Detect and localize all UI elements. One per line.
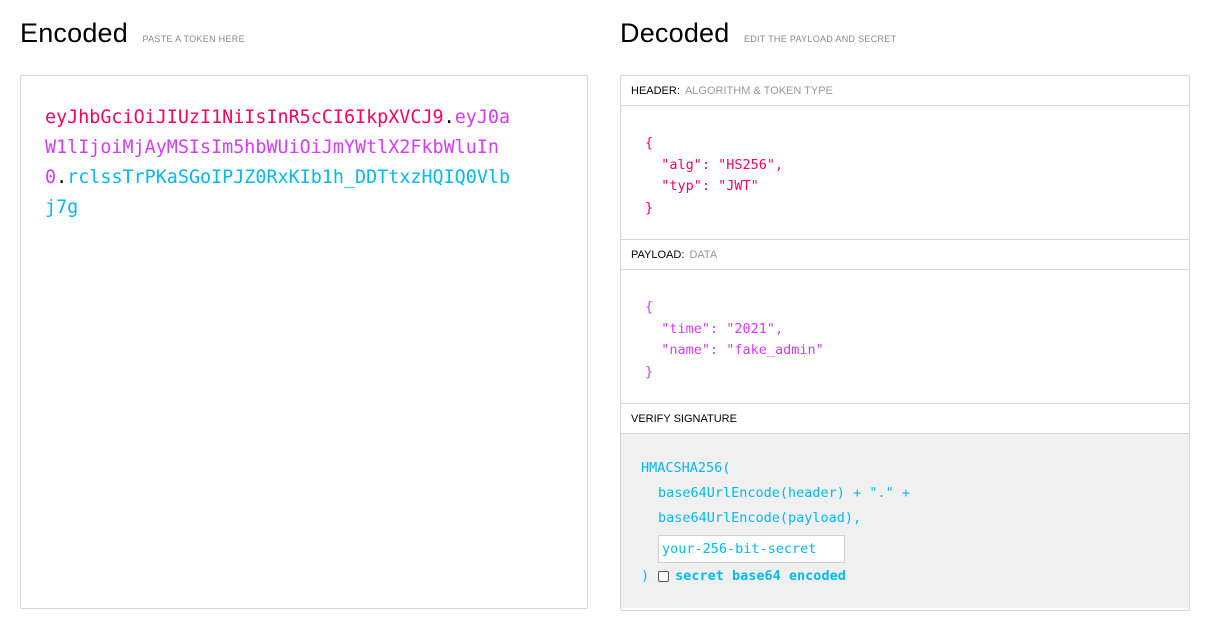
encoded-title: Encoded [20, 18, 128, 48]
token-header-segment: eyJhbGciOiJIUzI1NiIsInR5cCI6IkpXVCJ9 [45, 107, 444, 128]
payload-section-desc: DATA [689, 249, 718, 261]
header-section-desc: ALGORITHM & TOKEN TYPE [684, 85, 833, 97]
base64-checkbox[interactable] [658, 571, 670, 582]
header-json-editor[interactable]: { "alg": "HS256", "typ": "JWT" } [621, 106, 1189, 240]
token-separator: . [56, 167, 68, 188]
json-line: "name": "fake_admin" [645, 342, 824, 358]
json-line: { [645, 135, 654, 151]
base64-checkbox-label[interactable]: secret base64 encoded [675, 564, 846, 589]
json-line: } [645, 363, 654, 380]
hmac-close-row: ) secret base64 encoded [641, 564, 1189, 589]
hmac-header-arg: base64UrlEncode(header) + "." + [658, 485, 910, 501]
token-editor[interactable]: eyJhbGciOiJIUzI1NiIsInR5cCI6IkpXVCJ9.eyJ… [20, 75, 588, 609]
token-text[interactable]: eyJhbGciOiJIUzI1NiIsInR5cCI6IkpXVCJ9.eyJ… [45, 103, 521, 223]
secret-input[interactable] [658, 535, 845, 563]
json-line: "time": "2021", [645, 320, 784, 337]
hmac-function-open: HMACSHA256( [641, 460, 731, 476]
decoded-box: HEADER: ALGORITHM & TOKEN TYPE { "alg": … [620, 75, 1190, 611]
json-line: } [645, 199, 654, 216]
json-line: "typ": "JWT" [645, 178, 759, 194]
payload-section-title: PAYLOAD: DATA [621, 240, 1189, 270]
header-section-title: HEADER: ALGORITHM & TOKEN TYPE [621, 76, 1189, 106]
encoded-heading: Encoded PASTE A TOKEN HERE [20, 18, 245, 49]
token-signature-segment: rclssTrPKaSGoIPJZ0RxKIb1h_DDTtxzHQIQ0Vlb… [45, 167, 511, 218]
decoded-title: Decoded [620, 18, 730, 48]
encoded-subtitle: PASTE A TOKEN HERE [142, 34, 245, 44]
header-section-label: HEADER: [631, 85, 680, 97]
verify-section-title: VERIFY SIGNATURE [621, 404, 1189, 434]
json-line: "alg": "HS256", [645, 156, 784, 173]
payload-json-editor[interactable]: { "time": "2021", "name": "fake_admin" } [621, 270, 1189, 404]
hmac-function-close: ) [641, 568, 650, 584]
decoded-heading: Decoded EDIT THE PAYLOAD AND SECRET [620, 18, 896, 49]
payload-section-label: PAYLOAD: [631, 249, 685, 261]
hmac-payload-arg: base64UrlEncode(payload), [658, 510, 862, 526]
token-separator: . [443, 107, 455, 128]
verify-signature-pane: HMACSHA256( base64UrlEncode(header) + ".… [621, 434, 1189, 608]
json-line: { [645, 299, 654, 315]
verify-section-label: VERIFY SIGNATURE [631, 413, 737, 425]
decoded-subtitle: EDIT THE PAYLOAD AND SECRET [743, 34, 897, 44]
